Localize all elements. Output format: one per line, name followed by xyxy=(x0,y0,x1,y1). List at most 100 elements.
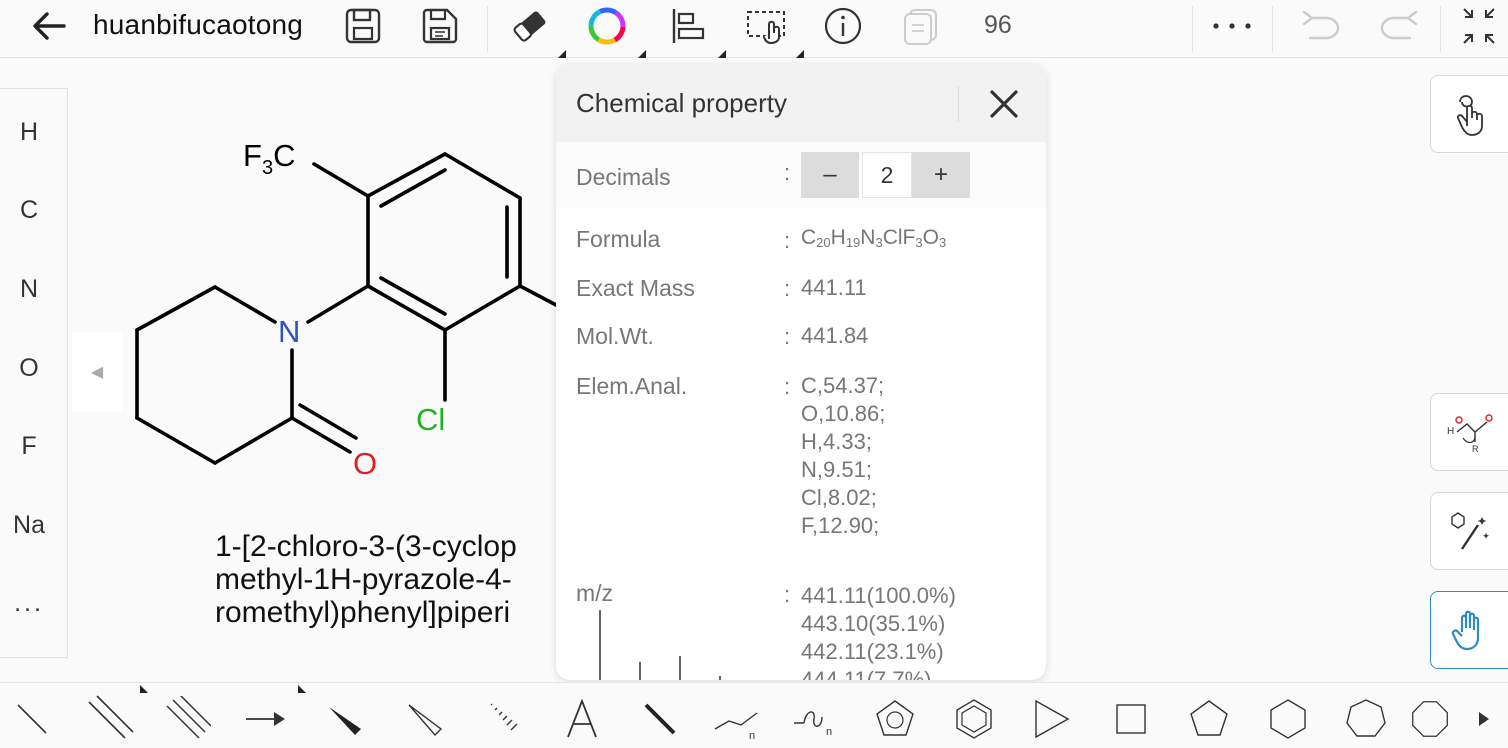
colon: : xyxy=(784,374,791,399)
finger-draw-icon xyxy=(1456,95,1483,136)
colon: : xyxy=(784,276,791,301)
colon: : xyxy=(784,228,791,253)
caret-right-icon xyxy=(1479,712,1489,726)
element-palette: H C N O F Na ... xyxy=(0,88,68,658)
benzene-tool[interactable] xyxy=(939,691,1009,747)
wedge-bond-icon xyxy=(329,707,361,735)
toolbar-separator xyxy=(487,6,488,52)
elem-anal-n: N,9.51; xyxy=(801,457,872,482)
heptagon-tool[interactable] xyxy=(1331,691,1401,747)
octagon-tool[interactable] xyxy=(1410,691,1450,747)
triangle-icon xyxy=(1035,699,1070,739)
elem-anal-o: O,10.86; xyxy=(801,401,886,426)
eraser-button[interactable] xyxy=(505,0,555,52)
touch-draw-button[interactable] xyxy=(1430,75,1508,153)
cf3-label: F3C xyxy=(243,138,295,179)
hollow-wedge-tool[interactable] xyxy=(390,691,460,747)
decimals-decrease-button[interactable]: – xyxy=(801,152,859,198)
arrow-right-icon xyxy=(246,712,285,726)
triple-bond-tool[interactable] xyxy=(153,691,223,747)
scroll-right-button[interactable] xyxy=(1460,691,1508,747)
close-icon xyxy=(990,90,1018,118)
mz-peak-4: 444.11(7.7%) xyxy=(801,667,932,680)
decimals-increase-button[interactable]: + xyxy=(912,152,970,198)
single-bond-tool[interactable] xyxy=(0,691,67,747)
select-button[interactable] xyxy=(740,0,794,52)
bracket-chain-tool[interactable]: n xyxy=(782,691,852,747)
pentagon-icon xyxy=(1190,700,1228,736)
square-tool[interactable] xyxy=(1096,691,1166,747)
molecule-structure[interactable]: F3C N Cl O xyxy=(68,58,628,518)
zoom-level[interactable]: 96 xyxy=(984,11,1012,40)
element-c-button[interactable]: C xyxy=(0,196,58,225)
triangle-tool[interactable] xyxy=(1017,691,1087,747)
hashed-wedge-icon xyxy=(490,703,518,731)
mol-wt-label: Mol.Wt. xyxy=(576,323,654,349)
bold-bond-icon xyxy=(644,703,676,735)
element-n-button[interactable]: N xyxy=(0,275,58,304)
redo-button[interactable] xyxy=(1372,0,1426,52)
octagon-icon xyxy=(1412,701,1448,737)
svg-text:n: n xyxy=(749,730,755,739)
redo-icon xyxy=(1380,10,1418,40)
cyclopentadiene-icon xyxy=(876,700,914,736)
mol-wt-value: 441.84 xyxy=(801,323,869,348)
exact-mass-value: 441.11 xyxy=(801,275,867,300)
text-a-icon xyxy=(567,699,597,738)
elem-anal-h: H,4.33; xyxy=(801,429,872,454)
double-bond-submenu-indicator xyxy=(140,685,148,693)
formula-value: C20H19N3ClF3O3 xyxy=(801,226,947,250)
isotope-spectrum xyxy=(599,610,721,680)
fullscreen-button[interactable] xyxy=(1450,0,1508,52)
align-button[interactable] xyxy=(663,0,713,52)
color-picker-button[interactable] xyxy=(582,0,632,52)
save-icon xyxy=(345,8,381,44)
arrow-tool[interactable] xyxy=(231,691,301,747)
eraser-submenu-indicator xyxy=(558,50,566,58)
save-as-button[interactable] xyxy=(415,0,465,52)
hollow-wedge-icon xyxy=(408,704,443,737)
reaction-template-button[interactable]: H R xyxy=(1430,393,1508,471)
bracket-chain-icon: n xyxy=(794,711,832,738)
double-bond-tool[interactable] xyxy=(75,691,145,747)
hexagon-tool[interactable] xyxy=(1253,691,1323,747)
chain-tool[interactable]: n xyxy=(703,691,773,747)
close-button[interactable] xyxy=(976,82,1032,126)
wedge-bond-tool[interactable] xyxy=(310,691,380,747)
iupac-name-text[interactable]: 1-[2-chloro-3-(3-cyclop methyl-1H-pyrazo… xyxy=(215,530,560,645)
chain-icon: n xyxy=(714,712,758,739)
arrow-submenu-indicator xyxy=(298,685,306,693)
mz-peak-3: 442.11(23.1%) xyxy=(801,639,944,664)
copy-button[interactable] xyxy=(896,0,946,52)
svg-text:n: n xyxy=(826,726,832,738)
nitrogen-label: N xyxy=(278,314,300,349)
element-na-button[interactable]: Na xyxy=(0,511,58,540)
elem-anal-c: C,54.37; xyxy=(801,373,885,398)
save-button[interactable] xyxy=(338,0,388,52)
hand-pan-button[interactable] xyxy=(1430,591,1508,669)
copy-icon xyxy=(904,9,937,45)
mz-peak-1: 441.11(100.0%) xyxy=(801,583,956,608)
decimals-value: 2 xyxy=(862,152,912,198)
magic-structure-button[interactable] xyxy=(1430,492,1508,570)
align-left-icon xyxy=(672,9,705,43)
info-button[interactable] xyxy=(818,0,868,52)
dialog-header: Chemical property xyxy=(556,64,1046,142)
heptagon-icon xyxy=(1346,699,1386,737)
header-separator xyxy=(958,86,959,122)
double-bond-icon xyxy=(88,695,134,739)
more-menu-button[interactable] xyxy=(1200,0,1264,52)
elem-anal-label: Elem.Anal. xyxy=(576,373,688,399)
colon: : xyxy=(784,324,791,349)
bold-bond-tool[interactable] xyxy=(625,691,695,747)
element-o-button[interactable]: O xyxy=(0,354,58,383)
pentagon-tool[interactable] xyxy=(1174,691,1244,747)
element-f-button[interactable]: F xyxy=(0,432,58,461)
more-elements-button[interactable]: ... xyxy=(0,589,58,618)
element-h-button[interactable]: H xyxy=(0,118,58,147)
hashed-wedge-tool[interactable] xyxy=(468,691,538,747)
text-tool[interactable] xyxy=(547,691,617,747)
back-button[interactable] xyxy=(20,0,78,52)
undo-button[interactable] xyxy=(1294,0,1348,52)
cyclopentadienyl-tool[interactable] xyxy=(860,691,930,747)
